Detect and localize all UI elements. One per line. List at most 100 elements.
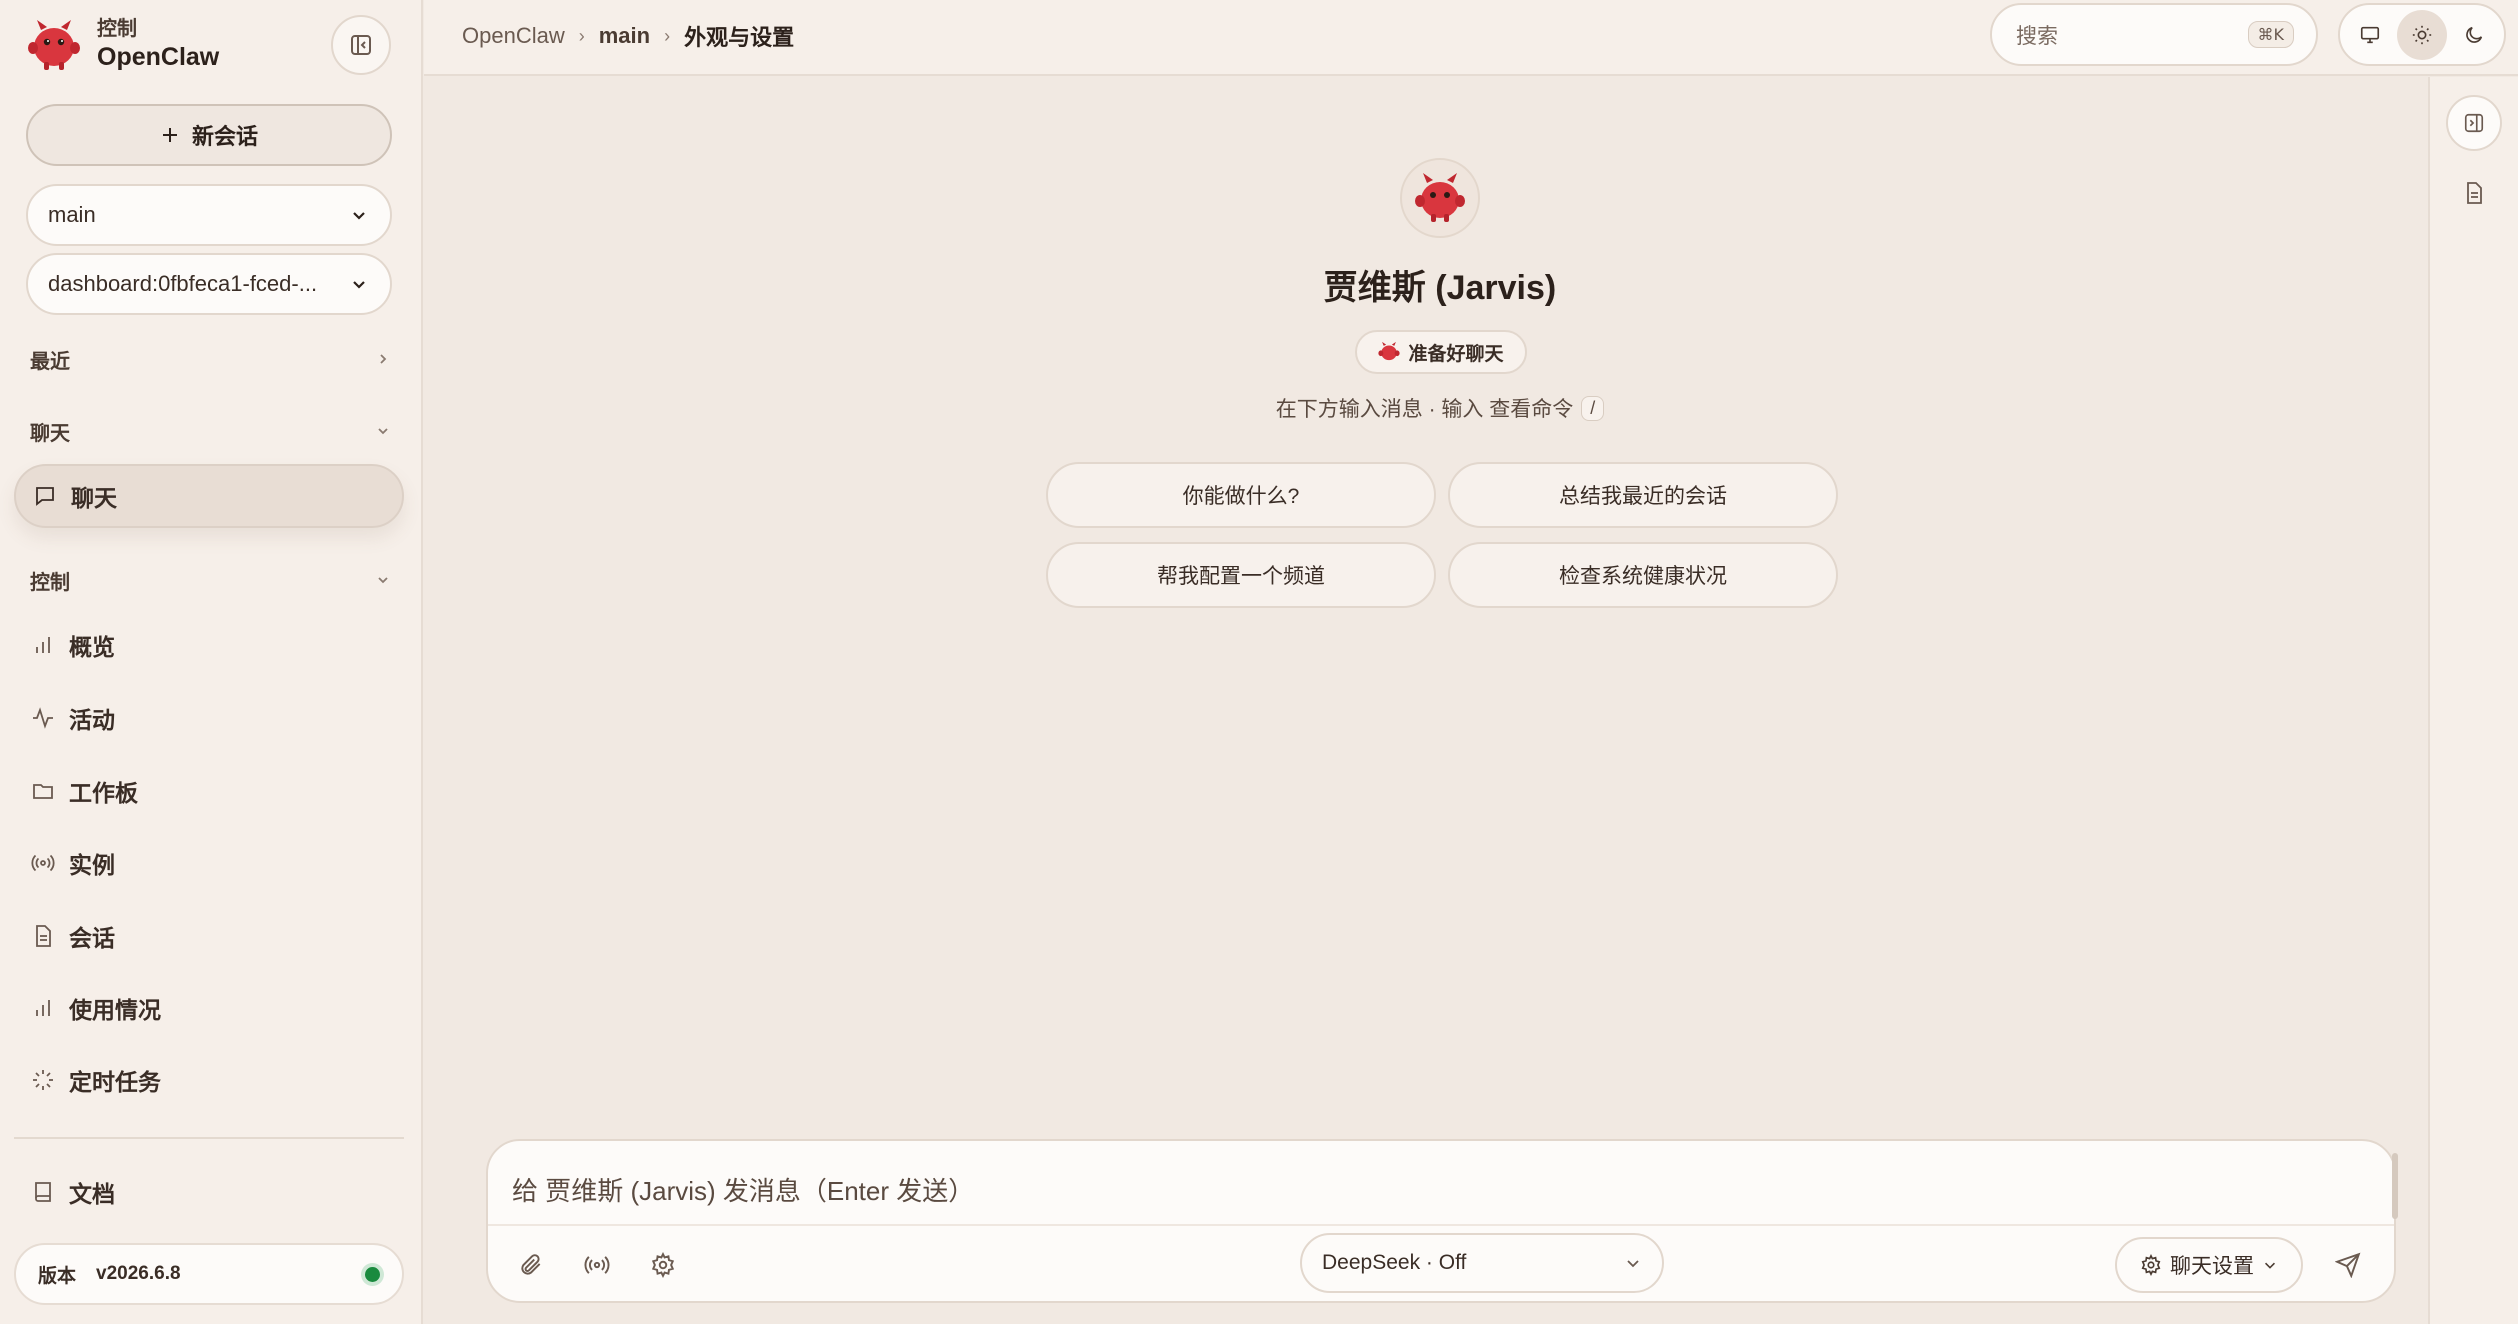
agent-select[interactable]: main [26,184,392,246]
message-square-icon [32,483,58,509]
theme-light-button[interactable] [2397,9,2447,60]
sidebar-item-activity[interactable]: 活动 [14,686,404,750]
theme-system-button[interactable] [2345,10,2395,60]
chevron-right-icon [380,354,387,364]
section-chat[interactable]: 聊天 [30,416,390,446]
tools-button[interactable] [640,1242,686,1288]
plus-icon [162,128,177,142]
input-scrollbar[interactable] [2392,1153,2398,1219]
gear-icon [651,1252,675,1278]
session-select[interactable]: dashboard:0fbfeca1-fced-... [26,253,392,315]
breadcrumb-item[interactable]: main [599,23,650,49]
sidebar: 控制 OpenClaw 新会话 main dashboard:0fbfeca1-… [0,0,423,1324]
sidebar-item-instances[interactable]: 实例 [14,831,404,895]
suggestion-button[interactable]: 总结我最近的会话 [1448,462,1838,528]
status-badge: 准备好聊天 [1355,330,1527,374]
sidebar-item-overview[interactable]: 概览 [14,613,404,677]
panel-right-icon [2464,113,2484,133]
message-composer: 给 贾维斯 (Jarvis) 发消息（Enter 发送） DeepSeek · … [486,1139,2398,1303]
sidebar-item-scheduled-tasks[interactable]: 定时任务 [14,1048,404,1112]
section-control[interactable]: 控制 [30,565,390,595]
theme-dark-button[interactable] [2449,10,2499,60]
suggestion-button[interactable]: 检查系统健康状况 [1448,542,1838,608]
sidebar-item-sessions[interactable]: 会话 [14,904,404,968]
breadcrumb-separator: › [664,25,671,46]
collapse-sidebar-button[interactable] [331,15,391,75]
breadcrumb-current: 外观与设置 [684,25,795,50]
file-text-icon [2467,182,2482,204]
model-select-value: DeepSeek · Off [1322,1251,1467,1274]
attach-button[interactable] [508,1242,554,1288]
chevron-down-icon [378,428,388,435]
suggestion-button[interactable]: 你能做什么? [1046,462,1436,528]
status-dot [365,1266,380,1282]
sidebar-item-label: 概览 [69,634,115,660]
search-input[interactable]: 搜索 ⌘K [1990,3,2318,66]
right-rail [2428,77,2518,1324]
chevron-down-icon [1627,1260,1639,1268]
composer-divider [488,1224,2394,1226]
command-hint: 在下方输入消息 · 输入 查看命令 / [1040,393,1840,423]
paperclip-icon [521,1254,541,1275]
chevron-down-icon [2264,1262,2276,1269]
sidebar-item-label: 聊天 [71,485,117,511]
topbar: OpenClaw › main › 外观与设置 搜索 ⌘K [424,0,2518,76]
message-input[interactable]: 给 贾维斯 (Jarvis) 发消息（Enter 发送） [512,1171,2352,1215]
moon-icon [2466,26,2483,43]
monitor-icon [2360,26,2380,43]
chat-settings-button[interactable]: 聊天设置 [2115,1237,2303,1293]
version-label: 版本 [38,1265,77,1287]
openclaw-logo-icon [1415,173,1465,222]
status-label: 准备好聊天 [1408,343,1504,365]
sidebar-item-label: 工作板 [69,780,138,806]
suggestion-button[interactable]: 帮我配置一个频道 [1046,542,1436,608]
agent-select-value: main [48,202,96,227]
agent-avatar [1400,158,1480,238]
chat-settings-label: 聊天设置 [2170,1255,2254,1278]
sun-icon [2412,25,2432,44]
toggle-panel-button[interactable] [2446,95,2502,151]
radio-icon [30,850,56,876]
sidebar-item-chat[interactable]: 聊天 [14,464,404,528]
sidebar-item-usage[interactable]: 使用情况 [14,976,404,1040]
sidebar-item-label: 使用情况 [69,997,161,1023]
version-badge: 版本 v2026.6.8 [14,1243,404,1305]
file-text-icon [30,923,56,949]
section-control-label: 控制 [30,571,70,594]
search-placeholder: 搜索 [2016,24,2058,48]
sidebar-item-label: 定时任务 [69,1069,161,1095]
brand: 控制 OpenClaw [27,17,219,73]
chevron-down-icon [378,577,388,584]
chevron-down-icon [353,281,365,289]
search-shortcut: ⌘K [2247,21,2294,48]
section-recent[interactable]: 最近 [30,344,390,374]
book-icon [30,1179,56,1205]
brand-subtitle: 控制 [97,18,137,40]
hint-key: / [1581,395,1605,421]
activity-icon [30,705,56,731]
model-select[interactable]: DeepSeek · Off [1300,1233,1664,1293]
breadcrumb-item[interactable]: OpenClaw [462,23,565,49]
bar-chart-icon [30,632,56,658]
send-button[interactable] [2322,1239,2374,1291]
folder-icon [30,778,56,804]
session-select-value: dashboard:0fbfeca1-fced-... [48,271,318,296]
openclaw-logo-icon [28,20,80,70]
notes-button[interactable] [2446,165,2502,221]
sidebar-item-label: 文档 [69,1181,115,1207]
breadcrumb: OpenClaw › main › 外观与设置 [462,20,794,52]
sidebar-item-docs[interactable]: 文档 [14,1160,404,1224]
send-icon [2335,1252,2361,1278]
sidebar-item-workboard[interactable]: 工作板 [14,759,404,823]
chevron-down-icon [353,212,365,220]
new-chat-label: 新会话 [191,124,258,149]
section-chat-label: 聊天 [30,422,70,445]
sidebar-item-label: 活动 [69,707,115,733]
new-chat-button[interactable]: 新会话 [26,104,392,166]
loader-icon [30,1067,56,1093]
hint-text: 在下方输入消息 · 输入 查看命令 [1275,398,1574,421]
gear-icon [2141,1254,2161,1276]
radio-icon [584,1256,610,1274]
sidebar-item-label: 会话 [69,925,115,951]
voice-button[interactable] [574,1242,620,1288]
